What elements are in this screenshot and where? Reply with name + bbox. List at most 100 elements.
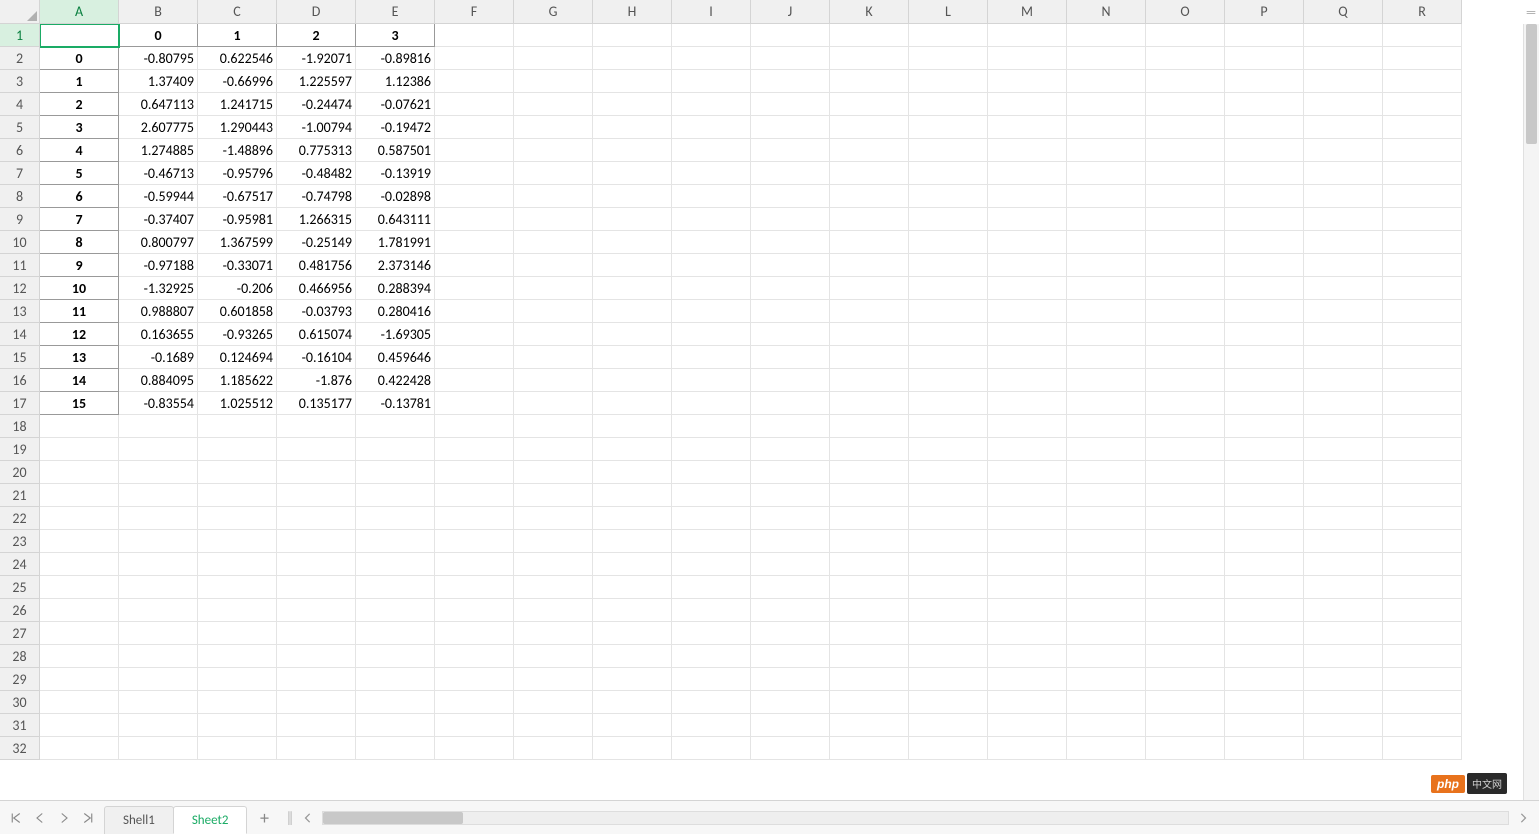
- cell-C29[interactable]: [198, 668, 277, 691]
- cell-J3[interactable]: [751, 70, 830, 93]
- cell-R8[interactable]: [1383, 185, 1462, 208]
- cell-R10[interactable]: [1383, 231, 1462, 254]
- cell-B17[interactable]: -0.83554: [119, 392, 198, 415]
- cell-I1[interactable]: [672, 24, 751, 47]
- cell-G28[interactable]: [514, 645, 593, 668]
- cell-J5[interactable]: [751, 116, 830, 139]
- cell-E24[interactable]: [356, 553, 435, 576]
- cell-J19[interactable]: [751, 438, 830, 461]
- cell-N22[interactable]: [1067, 507, 1146, 530]
- cell-H10[interactable]: [593, 231, 672, 254]
- sheet-tab-shell1[interactable]: Shell1: [104, 806, 174, 834]
- cell-O29[interactable]: [1146, 668, 1225, 691]
- cell-C22[interactable]: [198, 507, 277, 530]
- cell-O13[interactable]: [1146, 300, 1225, 323]
- cell-O22[interactable]: [1146, 507, 1225, 530]
- cell-I27[interactable]: [672, 622, 751, 645]
- cell-L32[interactable]: [909, 737, 988, 760]
- cell-B14[interactable]: 0.163655: [119, 323, 198, 346]
- cell-M16[interactable]: [988, 369, 1067, 392]
- column-header-A[interactable]: A: [40, 0, 119, 24]
- tab-prev-icon[interactable]: [30, 808, 50, 828]
- cell-P1[interactable]: [1225, 24, 1304, 47]
- cell-J6[interactable]: [751, 139, 830, 162]
- cell-F14[interactable]: [435, 323, 514, 346]
- cell-H1[interactable]: [593, 24, 672, 47]
- cell-J2[interactable]: [751, 47, 830, 70]
- cell-F23[interactable]: [435, 530, 514, 553]
- cell-G1[interactable]: [514, 24, 593, 47]
- cell-B13[interactable]: 0.988807: [119, 300, 198, 323]
- cell-A25[interactable]: [40, 576, 119, 599]
- cell-H31[interactable]: [593, 714, 672, 737]
- cell-C8[interactable]: -0.67517: [198, 185, 277, 208]
- cell-O8[interactable]: [1146, 185, 1225, 208]
- cell-E7[interactable]: -0.13919: [356, 162, 435, 185]
- cell-N10[interactable]: [1067, 231, 1146, 254]
- cell-L13[interactable]: [909, 300, 988, 323]
- cell-I17[interactable]: [672, 392, 751, 415]
- vertical-scrollbar[interactable]: [1523, 24, 1539, 800]
- cell-D20[interactable]: [277, 461, 356, 484]
- cell-N7[interactable]: [1067, 162, 1146, 185]
- cell-J12[interactable]: [751, 277, 830, 300]
- cell-L12[interactable]: [909, 277, 988, 300]
- cell-H24[interactable]: [593, 553, 672, 576]
- cell-D17[interactable]: 0.135177: [277, 392, 356, 415]
- cell-M28[interactable]: [988, 645, 1067, 668]
- column-header-H[interactable]: H: [593, 0, 672, 24]
- column-header-Q[interactable]: Q: [1304, 0, 1383, 24]
- cell-O28[interactable]: [1146, 645, 1225, 668]
- cell-D5[interactable]: -1.00794: [277, 116, 356, 139]
- cell-B1[interactable]: 0: [119, 24, 198, 47]
- cell-K16[interactable]: [830, 369, 909, 392]
- cell-R7[interactable]: [1383, 162, 1462, 185]
- cell-M6[interactable]: [988, 139, 1067, 162]
- cell-M14[interactable]: [988, 323, 1067, 346]
- cell-L25[interactable]: [909, 576, 988, 599]
- cell-C23[interactable]: [198, 530, 277, 553]
- cell-K2[interactable]: [830, 47, 909, 70]
- cell-L5[interactable]: [909, 116, 988, 139]
- cell-G27[interactable]: [514, 622, 593, 645]
- cell-F6[interactable]: [435, 139, 514, 162]
- cell-I26[interactable]: [672, 599, 751, 622]
- cell-O3[interactable]: [1146, 70, 1225, 93]
- cell-A21[interactable]: [40, 484, 119, 507]
- hscroll-left-icon[interactable]: [300, 810, 316, 826]
- cell-C13[interactable]: 0.601858: [198, 300, 277, 323]
- cell-B16[interactable]: 0.884095: [119, 369, 198, 392]
- cell-Q24[interactable]: [1304, 553, 1383, 576]
- cell-C25[interactable]: [198, 576, 277, 599]
- cell-M9[interactable]: [988, 208, 1067, 231]
- cell-P32[interactable]: [1225, 737, 1304, 760]
- column-header-I[interactable]: I: [672, 0, 751, 24]
- cell-P12[interactable]: [1225, 277, 1304, 300]
- cell-I28[interactable]: [672, 645, 751, 668]
- cell-O5[interactable]: [1146, 116, 1225, 139]
- cell-K7[interactable]: [830, 162, 909, 185]
- cell-Q16[interactable]: [1304, 369, 1383, 392]
- cell-Q23[interactable]: [1304, 530, 1383, 553]
- cell-J17[interactable]: [751, 392, 830, 415]
- cell-P26[interactable]: [1225, 599, 1304, 622]
- cell-N23[interactable]: [1067, 530, 1146, 553]
- cell-Q4[interactable]: [1304, 93, 1383, 116]
- cell-J16[interactable]: [751, 369, 830, 392]
- cell-G23[interactable]: [514, 530, 593, 553]
- cell-M19[interactable]: [988, 438, 1067, 461]
- cell-Q15[interactable]: [1304, 346, 1383, 369]
- cell-P5[interactable]: [1225, 116, 1304, 139]
- cell-N6[interactable]: [1067, 139, 1146, 162]
- cell-G25[interactable]: [514, 576, 593, 599]
- cell-P17[interactable]: [1225, 392, 1304, 415]
- cell-P29[interactable]: [1225, 668, 1304, 691]
- cell-A4[interactable]: 2: [40, 93, 119, 116]
- cell-A11[interactable]: 9: [40, 254, 119, 277]
- cell-G10[interactable]: [514, 231, 593, 254]
- cell-M31[interactable]: [988, 714, 1067, 737]
- cell-O6[interactable]: [1146, 139, 1225, 162]
- cell-R19[interactable]: [1383, 438, 1462, 461]
- cell-A27[interactable]: [40, 622, 119, 645]
- cell-G16[interactable]: [514, 369, 593, 392]
